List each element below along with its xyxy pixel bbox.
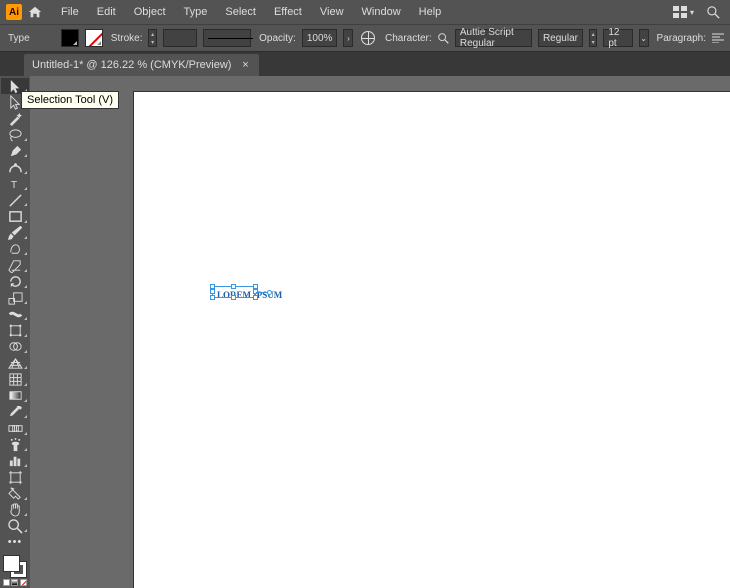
stroke-weight-field[interactable] bbox=[163, 29, 197, 47]
eyedropper-tool[interactable] bbox=[1, 404, 29, 420]
fill-swatch[interactable] bbox=[61, 29, 79, 47]
align-left-icon[interactable] bbox=[712, 29, 724, 47]
shape-builder-tool[interactable] bbox=[1, 339, 29, 355]
scale-tool[interactable] bbox=[1, 290, 29, 306]
fill-box[interactable] bbox=[3, 555, 20, 572]
menu-file[interactable]: File bbox=[54, 3, 86, 21]
workspace-switcher[interactable]: ▾ bbox=[669, 6, 698, 18]
type-label: Type bbox=[8, 33, 30, 44]
font-size-field[interactable]: 12 pt bbox=[603, 29, 632, 47]
stroke-label: Stroke: bbox=[111, 33, 143, 44]
font-style-field[interactable]: Regular bbox=[538, 29, 583, 47]
gradient-tool[interactable] bbox=[1, 388, 29, 404]
symbol-sprayer-tool[interactable] bbox=[1, 437, 29, 453]
document-tab[interactable]: Untitled-1* @ 126.22 % (CMYK/Preview) × bbox=[24, 54, 259, 76]
lasso-tool[interactable] bbox=[1, 127, 29, 143]
artboard-tool[interactable] bbox=[1, 469, 29, 485]
tooltip: Selection Tool (V) bbox=[21, 91, 119, 109]
type-tool[interactable]: T bbox=[1, 176, 29, 192]
font-search-icon[interactable] bbox=[438, 29, 449, 47]
eraser-tool[interactable] bbox=[1, 257, 29, 273]
perspective-grid-tool[interactable] bbox=[1, 355, 29, 371]
menu-effect[interactable]: Effect bbox=[267, 3, 309, 21]
none-mode[interactable] bbox=[20, 579, 27, 586]
hand-tool[interactable] bbox=[1, 502, 29, 518]
opacity-field[interactable]: 100% bbox=[302, 29, 338, 47]
stroke-weight-stepper[interactable]: ▴▾ bbox=[148, 29, 156, 47]
rotate-tool[interactable] bbox=[1, 274, 29, 290]
character-label: Character: bbox=[385, 33, 432, 44]
paintbrush-tool[interactable] bbox=[1, 225, 29, 241]
shaper-tool[interactable] bbox=[1, 241, 29, 257]
font-family-field[interactable]: Auttie Script Regular bbox=[455, 29, 532, 47]
line-tool[interactable] bbox=[1, 192, 29, 208]
selection-bounds bbox=[212, 286, 256, 298]
stroke-swatch[interactable] bbox=[85, 29, 103, 47]
pen-tool[interactable] bbox=[1, 143, 29, 159]
menu-help[interactable]: Help bbox=[412, 3, 449, 21]
fill-stroke-control[interactable] bbox=[2, 554, 28, 579]
free-transform-tool[interactable] bbox=[1, 322, 29, 338]
zoom-tool[interactable] bbox=[1, 518, 29, 534]
document-tab-bar: Untitled-1* @ 126.22 % (CMYK/Preview) × bbox=[0, 52, 730, 76]
menu-bar: Ai File Edit Object Type Select Effect V… bbox=[0, 0, 730, 24]
globe-icon[interactable] bbox=[359, 29, 377, 47]
toolbar-more-icon[interactable]: ••• bbox=[1, 534, 29, 550]
text-out-port[interactable] bbox=[267, 290, 272, 295]
paragraph-label: Paragraph: bbox=[657, 33, 706, 44]
font-size-arrow[interactable]: ⌄ bbox=[639, 29, 649, 47]
chevron-down-icon: ▾ bbox=[690, 8, 694, 17]
search-icon[interactable] bbox=[702, 3, 724, 21]
opacity-label: Opacity: bbox=[259, 33, 296, 44]
canvas-area[interactable]: LOREM IPSUM bbox=[30, 76, 730, 588]
opacity-arrow[interactable]: › bbox=[343, 29, 353, 47]
gradient-mode[interactable] bbox=[11, 579, 18, 586]
font-size-stepper[interactable]: ▴▾ bbox=[589, 29, 597, 47]
menu-edit[interactable]: Edit bbox=[90, 3, 123, 21]
menu-type[interactable]: Type bbox=[177, 3, 215, 21]
rectangle-tool[interactable] bbox=[1, 208, 29, 224]
column-graph-tool[interactable] bbox=[1, 453, 29, 469]
slice-tool[interactable] bbox=[1, 485, 29, 501]
options-bar: Type Stroke: ▴▾ Opacity: 100% › Characte… bbox=[0, 24, 730, 52]
svg-text:T: T bbox=[10, 181, 17, 192]
curvature-tool[interactable] bbox=[1, 159, 29, 175]
home-icon[interactable] bbox=[26, 3, 44, 21]
color-mode[interactable] bbox=[3, 579, 10, 586]
app-logo: Ai bbox=[6, 4, 22, 20]
menu-object[interactable]: Object bbox=[127, 3, 173, 21]
artboard[interactable]: LOREM IPSUM bbox=[134, 92, 730, 588]
document-tab-title: Untitled-1* @ 126.22 % (CMYK/Preview) bbox=[32, 59, 231, 71]
brush-style[interactable] bbox=[203, 29, 251, 47]
blend-tool[interactable] bbox=[1, 420, 29, 436]
menu-select[interactable]: Select bbox=[218, 3, 263, 21]
magic-wand-tool[interactable] bbox=[1, 111, 29, 127]
close-icon[interactable]: × bbox=[239, 59, 251, 71]
width-tool[interactable] bbox=[1, 306, 29, 322]
mesh-tool[interactable] bbox=[1, 371, 29, 387]
tool-panel: T ••• bbox=[0, 76, 30, 588]
menu-view[interactable]: View bbox=[313, 3, 351, 21]
menu-window[interactable]: Window bbox=[355, 3, 408, 21]
